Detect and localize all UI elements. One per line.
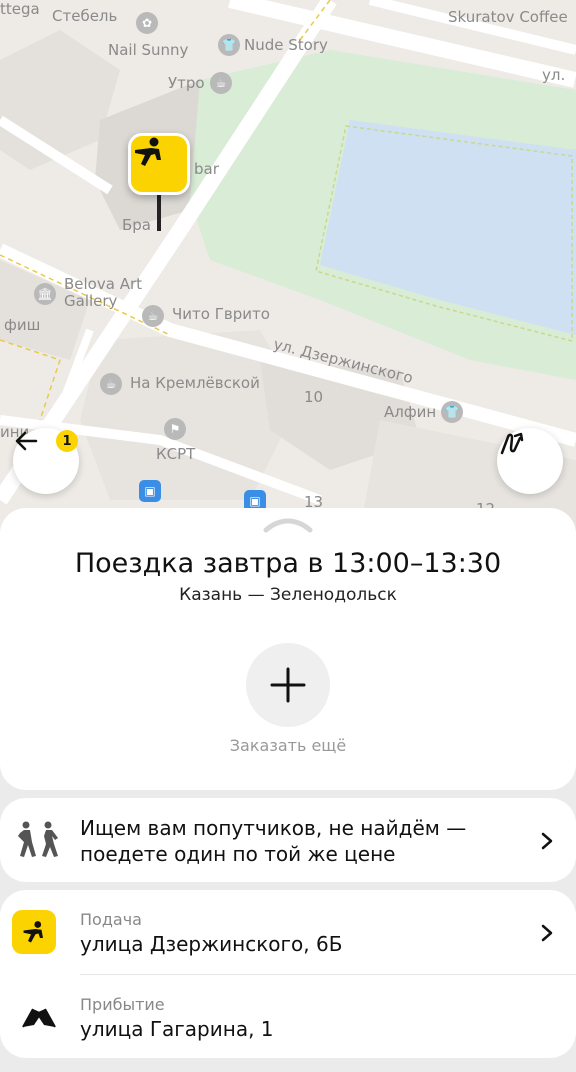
route-button[interactable] — [497, 428, 563, 494]
arrival-address: улица Гагарина, 1 — [80, 1017, 274, 1041]
map-label: Стебель — [52, 7, 118, 25]
companions-card[interactable]: Ищем вам попутчиков, не найдём — поедете… — [0, 798, 576, 882]
map-label: Skuratov Coffee — [448, 8, 568, 26]
map-label: Nail Sunny — [108, 41, 189, 59]
arrow-left-icon — [15, 431, 38, 451]
people-walking-icon — [18, 821, 58, 857]
pin-stick — [157, 195, 161, 231]
arrival-label: Прибытие — [80, 995, 165, 1014]
person-pointing-icon — [23, 921, 43, 943]
pickup-row[interactable]: Подача улица Дзержинского, 6Б — [0, 890, 576, 974]
plus-icon — [270, 667, 306, 703]
add-order-button[interactable] — [246, 643, 330, 727]
bus-stop-icon[interactable]: ▣ — [139, 480, 161, 502]
trip-title: Поездка завтра в 13:00–13:30 — [74, 548, 502, 579]
map-label: Утро — [168, 74, 205, 92]
map-label: Алфин — [384, 403, 437, 421]
notification-badge: 1 — [56, 430, 78, 452]
cafe-icon[interactable]: ☕ — [210, 72, 232, 94]
map-label: Чито Гврито — [172, 305, 270, 323]
map-label: ttega — [0, 0, 40, 18]
trip-route: Казань — Зеленодольск — [179, 585, 397, 605]
map-label: Nude Story — [244, 36, 328, 54]
chevron-right-icon — [541, 832, 553, 850]
companions-line-1: Ищем вам попутчиков, не найдём — — [80, 816, 467, 840]
map-label: Belova Art — [64, 275, 143, 293]
arrival-row[interactable]: Прибытие улица Гагарина, 1 — [0, 975, 576, 1058]
flags-icon — [22, 1008, 56, 1028]
cafe-icon[interactable]: ☕ — [100, 373, 122, 395]
map-label: Бра — [122, 216, 152, 234]
flower-icon[interactable]: ✿ — [136, 12, 158, 34]
shirt-icon[interactable]: 👕 — [441, 401, 463, 423]
cafe-icon[interactable]: ☕ — [142, 305, 164, 327]
chevron-right-icon — [541, 924, 553, 942]
map-canvas — [0, 0, 576, 530]
companions-line-2: поедете один по той же цене — [80, 842, 396, 866]
map-label: На Кремлёвской — [130, 374, 260, 392]
pickup-label: Подача — [80, 910, 142, 929]
pickup-address: улица Дзержинского, 6Б — [80, 932, 343, 956]
pickup-pin[interactable] — [128, 133, 190, 195]
map-label: ул. — [542, 66, 566, 84]
add-order-label: Заказать ещё — [229, 736, 347, 755]
map-label: фиш — [4, 316, 41, 334]
flag-icon[interactable]: ⚑ — [164, 418, 186, 440]
map-label: bar — [194, 160, 219, 178]
route-icon — [500, 432, 524, 455]
shirt-icon[interactable]: 👕 — [218, 34, 240, 56]
sheet-grabber[interactable] — [262, 516, 314, 534]
person-pointing-icon — [135, 137, 161, 166]
map-view[interactable]: ttega Стебель ✿ Skuratov Coffee Nail Sun… — [0, 0, 576, 530]
museum-icon[interactable]: 🏛 — [34, 283, 56, 305]
building-number: 10 — [304, 388, 324, 406]
addresses-card: Подача улица Дзержинского, 6Б Прибытие у… — [0, 890, 576, 1058]
map-label: Gallery — [64, 292, 118, 310]
map-label: КСРТ — [156, 445, 196, 463]
pickup-marker — [12, 910, 56, 954]
